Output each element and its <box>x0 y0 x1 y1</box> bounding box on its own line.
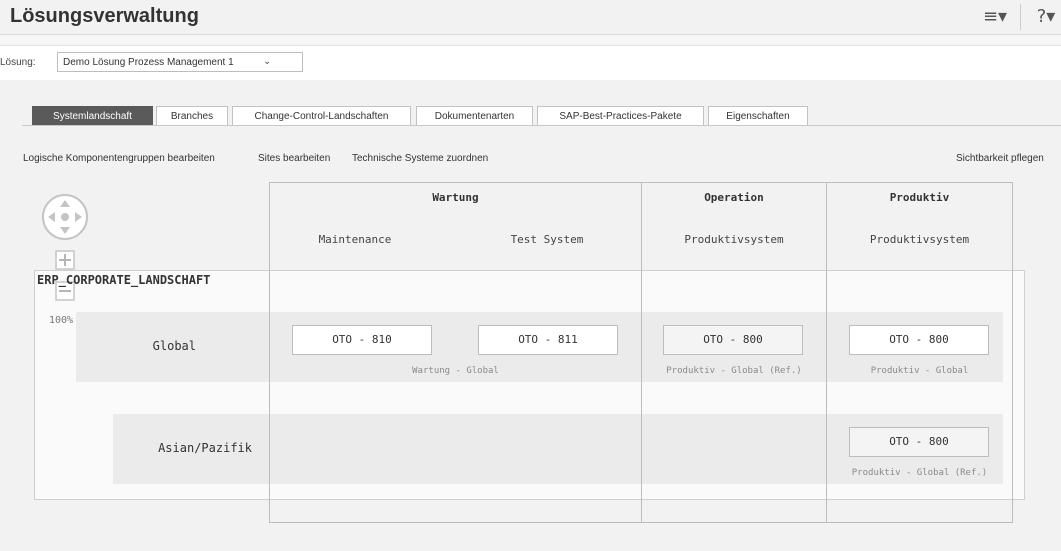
subcolumn-operation-produktivsystem: Produktivsystem <box>684 233 784 246</box>
system-box-oto-810[interactable]: OTO - 810 <box>292 325 432 355</box>
caption-operation-global: Produktiv - Global (Ref.) <box>666 366 802 376</box>
column-title-wartung: Wartung <box>432 191 479 204</box>
list-icon[interactable]: ≡▾ <box>982 6 1008 28</box>
help-icon[interactable]: ?▾ <box>1033 6 1059 28</box>
zoom-in-icon[interactable] <box>55 250 75 270</box>
page-title: Lösungsverwaltung <box>10 5 199 27</box>
pan-navigation-icon[interactable] <box>41 193 89 241</box>
zoom-level: 100% <box>49 315 74 326</box>
subcolumn-test-system: Test System <box>510 233 584 246</box>
solution-select[interactable]: Demo Lösung Prozess Management 1 ⌄ <box>57 52 303 72</box>
visibility-link[interactable]: Sichtbarkeit pflegen <box>956 153 1044 164</box>
system-box-oto-811[interactable]: OTO - 811 <box>478 325 618 355</box>
caption-wartung-global: Wartung - Global <box>412 366 499 376</box>
tab-change-control[interactable]: Change-Control-Landschaften <box>232 106 411 125</box>
tab-eigenschaften[interactable]: Eigenschaften <box>708 106 808 125</box>
row-label-asian-pazifik: Asian/Pazifik <box>158 441 252 455</box>
subcolumn-maintenance: Maintenance <box>318 233 392 246</box>
tab-branches[interactable]: Branches <box>156 106 228 125</box>
column-title-operation: Operation <box>704 191 764 204</box>
subheader-bar <box>0 35 1061 46</box>
tab-dokumentenarten[interactable]: Dokumentenarten <box>416 106 533 125</box>
subcolumn-produktiv-produktivsystem: Produktivsystem <box>869 233 970 246</box>
tab-sap-best-practices[interactable]: SAP-Best-Practices-Pakete <box>537 106 704 125</box>
assign-systems-link[interactable]: Technische Systeme zuordnen <box>352 153 488 164</box>
chevron-down-icon: ⌄ <box>263 56 272 67</box>
caption-produktiv-global: Produktiv - Global <box>870 366 969 376</box>
edit-component-groups-link[interactable]: Logische Komponentengruppen bearbeiten <box>23 153 215 164</box>
system-box-oto-800-asian[interactable]: OTO - 800 <box>849 427 989 457</box>
system-box-oto-800-produktiv[interactable]: OTO - 800 <box>849 325 989 355</box>
tab-systemlandschaft[interactable]: Systemlandschaft <box>32 106 153 125</box>
system-box-oto-800-operation[interactable]: OTO - 800 <box>663 325 803 355</box>
row-label-global: Global <box>152 339 196 353</box>
landscape-name: ERP_CORPORATE_LANDSCHAFT <box>37 273 211 287</box>
solution-select-value: Demo Lösung Prozess Management 1 <box>63 57 234 68</box>
solution-label: Lösung: <box>0 57 36 68</box>
caption-asian-produktiv: Produktiv - Global (Ref.) <box>851 468 988 478</box>
header-separator <box>1020 4 1021 30</box>
edit-sites-link[interactable]: Sites bearbeiten <box>258 153 330 164</box>
column-title-produktiv: Produktiv <box>889 191 950 204</box>
